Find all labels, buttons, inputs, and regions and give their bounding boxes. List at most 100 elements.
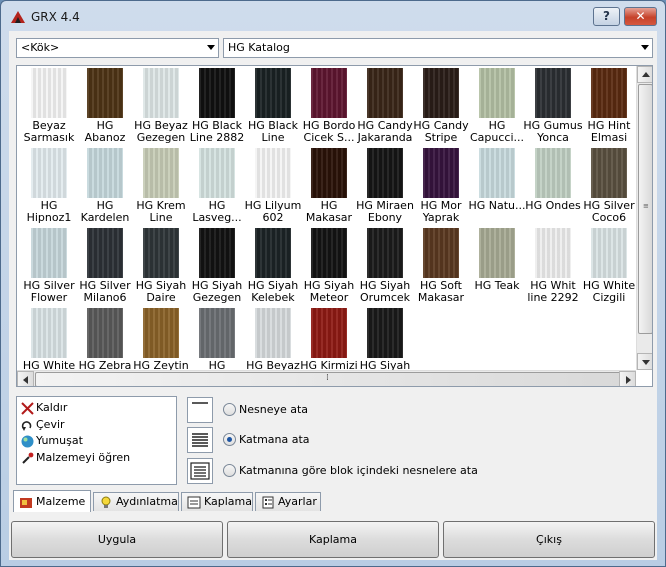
assign-block-icon-box: [187, 458, 213, 484]
scroll-right-button[interactable]: [619, 371, 636, 386]
multi-line-icon: [192, 433, 208, 447]
horizontal-scroll-thumb[interactable]: ⁞: [35, 372, 621, 386]
scroll-up-button[interactable]: [637, 66, 652, 83]
material-label: HG Gumus Yonca: [523, 120, 583, 144]
settings-icon: [262, 496, 274, 509]
material-tile[interactable]: HG Beyaz Gezegen: [133, 68, 189, 148]
material-tile[interactable]: HG Lilyum 602: [245, 148, 301, 228]
material-tile[interactable]: HG Hint Elmasi: [581, 68, 637, 148]
material-swatch: [479, 148, 515, 198]
material-tile[interactable]: HG Mor Yaprak: [413, 148, 469, 228]
horizontal-scrollbar[interactable]: ⁞: [17, 370, 636, 386]
material-label: HG Mor Yaprak: [420, 200, 462, 224]
scroll-down-button[interactable]: [637, 353, 652, 370]
material-swatch: [591, 148, 627, 198]
material-tile[interactable]: Beyaz Sarmasık: [21, 68, 77, 148]
material-swatch: [143, 68, 179, 118]
assign-object-radio[interactable]: [223, 403, 236, 416]
material-swatch: [591, 68, 627, 118]
tab-settings[interactable]: Ayarlar: [255, 492, 321, 511]
material-label: HG Kardelen: [80, 200, 130, 224]
tab-mapping[interactable]: Kaplama: [181, 492, 253, 511]
material-swatch: [367, 148, 403, 198]
title-bar: GRX 4.4 ? ✕: [1, 1, 665, 31]
mapping-button[interactable]: Kaplama: [227, 521, 439, 558]
assign-layer-label: Katmana ata: [239, 433, 310, 446]
material-tile[interactable]: HG Natu...: [468, 148, 526, 228]
block-lines-icon: [190, 462, 210, 480]
material-tile[interactable]: HG Ondes: [525, 148, 581, 228]
material-swatch: [479, 68, 515, 118]
material-tile[interactable]: HG Capucci...: [469, 68, 525, 148]
folder-dropdown-value: <Kök>: [21, 41, 60, 54]
material-tile[interactable]: HG Siyah Meteor: [301, 228, 357, 308]
vertical-scroll-thumb[interactable]: ≡: [638, 84, 652, 334]
material-tile[interactable]: HG Hipnoz1: [21, 148, 77, 228]
material-tile[interactable]: HG Candy Jakaranda: [357, 68, 413, 148]
material-swatch: [535, 68, 571, 118]
material-label: HG Lilyum 602: [244, 200, 302, 224]
material-label: HG Silver Coco6: [583, 200, 635, 224]
assign-layer-radio[interactable]: [223, 433, 236, 446]
material-label: HG Makasar: [305, 200, 353, 224]
apply-button[interactable]: Uygula: [11, 521, 223, 558]
scroll-left-button[interactable]: [17, 371, 34, 386]
material-tile[interactable]: HG Teak: [469, 228, 525, 308]
material-swatch: [199, 68, 235, 118]
material-swatch: [143, 148, 179, 198]
exit-button[interactable]: Çıkış: [443, 521, 655, 558]
grx-window: GRX 4.4 ? ✕ <Kök> HG Katalog Beyaz Sarma…: [0, 0, 666, 567]
close-button[interactable]: ✕: [624, 7, 657, 26]
material-swatch: [423, 68, 459, 118]
catalog-dropdown[interactable]: HG Katalog: [223, 38, 653, 58]
material-tile[interactable]: HG Miraen Ebony: [356, 148, 414, 228]
material-swatch: [199, 148, 235, 198]
lightbulb-icon: [101, 496, 111, 508]
material-tile[interactable]: HG Siyah Daire: [133, 228, 189, 308]
material-tile[interactable]: HG Whit line 2292: [525, 228, 581, 308]
material-label: HG Siyah Daire: [135, 280, 187, 304]
material-tile[interactable]: HG Silver Milano6: [77, 228, 133, 308]
assign-layer-icon-box: [187, 427, 213, 453]
material-tile[interactable]: HG Gumus Yonca: [523, 68, 583, 148]
tab-lighting[interactable]: Aydınlatma: [93, 492, 179, 511]
material-tile[interactable]: HG Silver Flower: [21, 228, 77, 308]
material-swatch: [535, 148, 571, 198]
material-label: HG Miraen Ebony: [356, 200, 414, 224]
tab-material[interactable]: Malzeme: [13, 490, 91, 512]
material-tile[interactable]: HG Bordo Cicek S...: [301, 68, 357, 148]
material-tile[interactable]: HG Silver Coco6: [581, 148, 637, 228]
material-tile[interactable]: HG Black Line 2882: [189, 68, 245, 148]
material-label: HG Hint Elmasi: [587, 120, 631, 144]
help-button[interactable]: ?: [593, 7, 620, 26]
material-tile[interactable]: HG Kardelen: [77, 148, 133, 228]
material-grid[interactable]: Beyaz Sarmasık HG Abanoz HG Beyaz Gezegen H…: [16, 65, 653, 387]
material-tile[interactable]: HG Siyah Kelebek: [245, 228, 301, 308]
material-swatch: [311, 148, 347, 198]
material-label: HG Bordo Cicek S...: [302, 120, 356, 144]
smooth-sphere-icon: [21, 435, 34, 448]
material-label: HG Ondes: [525, 200, 581, 212]
assign-block-radio[interactable]: [223, 464, 236, 477]
material-swatch: [87, 228, 123, 278]
material-tile[interactable]: HG Siyah Orumcek: [357, 228, 413, 308]
material-tile[interactable]: HG Krem Line: [133, 148, 189, 228]
material-tile[interactable]: HG Black Line: [245, 68, 301, 148]
material-tile[interactable]: HG Abanoz: [77, 68, 133, 148]
material-tile[interactable]: HG Siyah Gezegen: [189, 228, 245, 308]
material-swatch: [255, 148, 291, 198]
material-tile[interactable]: HG Makasar: [301, 148, 357, 228]
mapping-icon: [187, 496, 201, 509]
material-label: HG White Cizgili: [582, 280, 636, 304]
chevron-down-icon: [641, 45, 649, 50]
material-label: HG Soft Makasar: [417, 280, 465, 304]
material-label: HG Krem Line: [136, 200, 186, 224]
vertical-scrollbar[interactable]: ≡: [636, 66, 652, 370]
material-tile[interactable]: HG Soft Makasar: [413, 228, 469, 308]
material-label: HG Hipnoz1: [26, 200, 72, 224]
material-label: HG Siyah Orumcek: [359, 280, 411, 304]
folder-dropdown[interactable]: <Kök>: [16, 38, 219, 58]
material-tile[interactable]: HG Lasveg...: [189, 148, 245, 228]
material-tile[interactable]: HG Candy Stripe: [413, 68, 469, 148]
material-tile[interactable]: HG White Cizgili: [581, 228, 637, 308]
